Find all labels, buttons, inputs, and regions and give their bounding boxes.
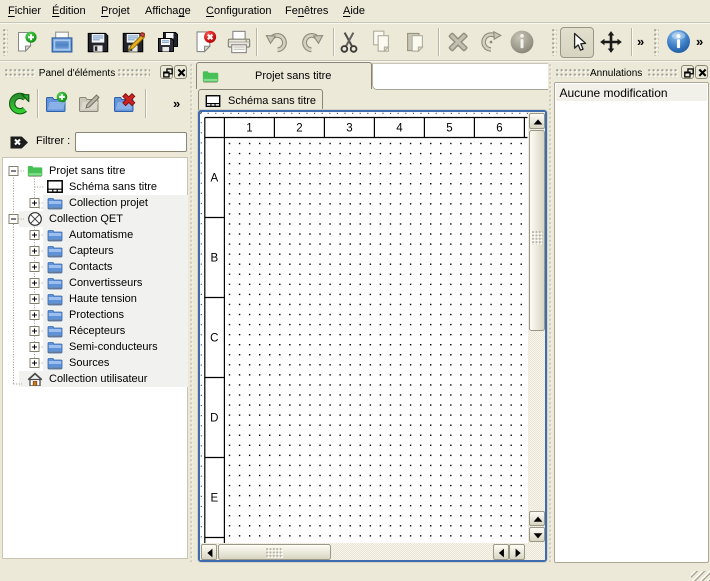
svg-text:5: 5 bbox=[446, 123, 452, 135]
svg-text:C: C bbox=[210, 333, 218, 345]
svg-text:3: 3 bbox=[346, 123, 352, 135]
svg-text:2: 2 bbox=[296, 123, 302, 135]
svg-text:6: 6 bbox=[496, 123, 502, 135]
svg-text:1: 1 bbox=[246, 123, 252, 135]
svg-text:D: D bbox=[210, 413, 218, 425]
svg-text:4: 4 bbox=[396, 123, 403, 135]
svg-text:A: A bbox=[210, 173, 218, 185]
svg-text:E: E bbox=[210, 493, 218, 505]
svg-text:B: B bbox=[210, 253, 218, 265]
